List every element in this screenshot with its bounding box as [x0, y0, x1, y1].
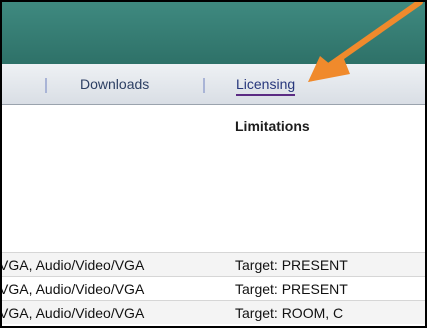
- nav-separator: [45, 78, 47, 93]
- signal-cell: VGA, Audio/Video/VGA: [0, 257, 145, 273]
- table-row: VGA, Audio/Video/VGA Target: PRESENT: [2, 252, 425, 276]
- limitation-cell: Target: PRESENT: [235, 257, 348, 273]
- limitations-column-header: Limitations: [235, 118, 310, 134]
- limitation-cell: Target: PRESENT: [235, 281, 348, 297]
- screenshot-frame: Downloads Licensing Limitations VGA, Aud…: [0, 0, 427, 328]
- signal-cell: VGA, Audio/Video/VGA: [0, 305, 145, 321]
- limitation-cell: Target: ROOM, C: [235, 305, 344, 321]
- top-navigation: Downloads Licensing: [2, 64, 425, 105]
- signal-cell: VGA, Audio/Video/VGA: [0, 281, 145, 297]
- active-tab-underline: [236, 94, 296, 96]
- nav-licensing-label: Licensing: [236, 76, 296, 92]
- site-header-bar: [2, 2, 425, 64]
- nav-separator: [203, 78, 205, 93]
- table-row: VGA, Audio/Video/VGA Target: ROOM, C: [2, 300, 425, 324]
- nav-downloads-link[interactable]: Downloads: [80, 76, 149, 92]
- nav-licensing-link[interactable]: Licensing: [236, 76, 296, 96]
- table-row: VGA, Audio/Video/VGA Target: PRESENT: [2, 276, 425, 300]
